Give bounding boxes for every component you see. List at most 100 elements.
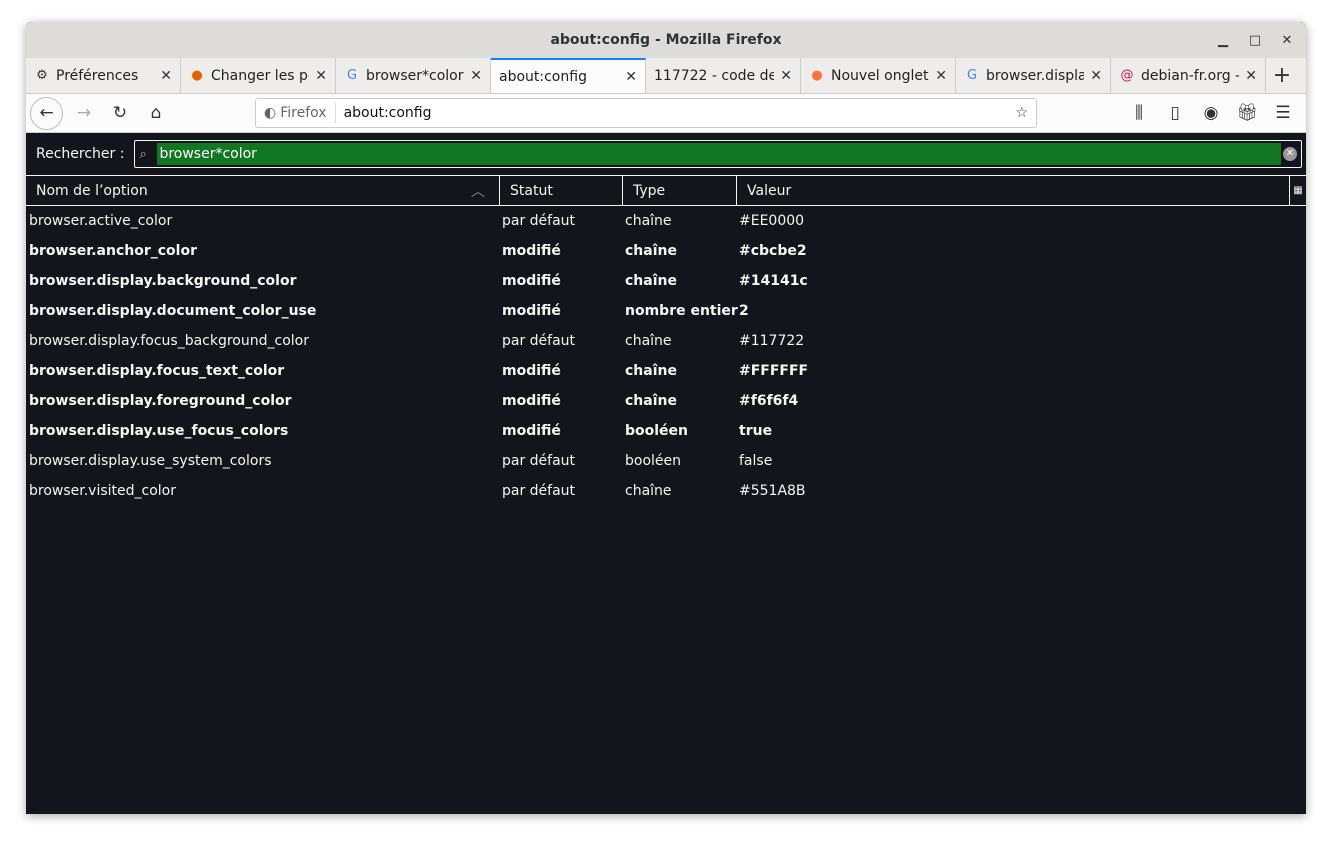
- identity-box[interactable]: ◐ Firefox: [256, 103, 336, 123]
- tab-label: browser.displa: [986, 67, 1085, 84]
- tab-label: browser*color: [366, 67, 464, 84]
- pref-type: chaîne: [625, 363, 677, 379]
- new-tab-button[interactable]: +: [1266, 58, 1298, 93]
- pref-value: #FFFFFF: [739, 363, 809, 379]
- pref-type: booléen: [625, 423, 689, 439]
- pref-status: par défaut: [502, 213, 576, 229]
- pref-status: modifié: [502, 363, 561, 379]
- pref-type: chaîne: [625, 243, 677, 259]
- firefox-account-icon: ●: [191, 67, 203, 83]
- url-bar[interactable]: ◐ Firefox about:config ☆: [255, 98, 1037, 128]
- whats-new-gift-icon[interactable]: 🎁︎: [1232, 98, 1262, 128]
- home-button[interactable]: ⌂: [141, 98, 171, 128]
- tab-7[interactable]: @ debian-fr.org - ✕: [1111, 58, 1266, 93]
- tab-3[interactable]: about:config ✕: [491, 58, 646, 93]
- hamburger-menu-icon[interactable]: ☰: [1268, 98, 1298, 128]
- close-tab-icon[interactable]: ✕: [470, 68, 482, 84]
- column-header-type[interactable]: Type: [623, 176, 737, 205]
- close-tab-icon[interactable]: ✕: [1090, 68, 1102, 84]
- pref-value: false: [739, 453, 773, 469]
- pref-status: modifié: [502, 273, 561, 289]
- search-row: Rechercher : ⌕ browser*color ✕: [26, 133, 1306, 175]
- account-icon[interactable]: ◉: [1196, 98, 1226, 128]
- pref-value: #f6f6f4: [739, 393, 799, 409]
- table-row[interactable]: browser.display.foreground_color modifié c…: [26, 386, 1306, 416]
- close-tab-icon[interactable]: ✕: [780, 68, 792, 84]
- close-tab-icon[interactable]: ✕: [315, 68, 327, 84]
- table-row[interactable]: browser.display.focus_background_color pa…: [26, 326, 1306, 356]
- tab-label: Changer les po: [211, 67, 310, 84]
- column-label: Nom de l’option: [36, 182, 148, 199]
- pref-type: chaîne: [625, 483, 672, 499]
- pref-type: booléen: [625, 453, 682, 469]
- table-row[interactable]: browser.display.focus_text_color modifié c…: [26, 356, 1306, 386]
- pref-value: #14141c: [739, 273, 808, 289]
- google-icon: G: [966, 67, 978, 83]
- pref-status: modifié: [502, 303, 561, 319]
- table-row[interactable]: browser.anchor_color modifié chaîne #cbcbe2: [26, 236, 1306, 266]
- pref-type: chaîne: [625, 273, 677, 289]
- table-row[interactable]: browser.display.use_system_colors par déf…: [26, 446, 1306, 476]
- tab-1[interactable]: ● Changer les po ✕: [181, 58, 336, 93]
- column-header-name[interactable]: Nom de l’option ︿: [26, 176, 500, 205]
- close-tab-icon[interactable]: ✕: [1245, 68, 1257, 84]
- table-row[interactable]: browser.active_color par défaut chaîne #EE0…: [26, 206, 1306, 236]
- table-header: Nom de l’option ︿ Statut Type Valeur ▦: [26, 175, 1306, 206]
- pref-value: true: [739, 423, 773, 439]
- column-picker-icon[interactable]: ▦: [1290, 176, 1306, 205]
- table-row[interactable]: browser.display.use_focus_colors modifié b…: [26, 416, 1306, 446]
- prefs-table-body: browser.active_color par défaut chaîne #EE0…: [26, 206, 1306, 506]
- pref-type: chaîne: [625, 393, 677, 409]
- tab-label: Préférences: [56, 67, 139, 84]
- tab-strip: ⚙ Préférences ✕ ● Changer les po ✕ Gbrowser*co…: [26, 58, 1306, 94]
- pref-name: browser.visited_color: [29, 483, 176, 499]
- search-label: Rechercher :: [36, 146, 125, 162]
- minimize-button[interactable]: ▁: [1214, 33, 1232, 48]
- tab-6[interactable]: Gbrowser.displa ✕: [956, 58, 1111, 93]
- table-row[interactable]: browser.display.document_color_use modifi…: [26, 296, 1306, 326]
- title-bar: about:config - Mozilla Firefox ▁ □ ✕: [26, 22, 1306, 58]
- sidebar-icon[interactable]: ▯: [1160, 98, 1190, 128]
- column-header-value[interactable]: Valeur: [737, 176, 1290, 205]
- table-row[interactable]: browser.visited_color par défaut chaîne #55…: [26, 476, 1306, 506]
- tab-5[interactable]: ● Nouvel onglet ✕: [801, 58, 956, 93]
- search-input[interactable]: ⌕ browser*color ✕: [134, 140, 1302, 168]
- tab-4[interactable]: 117722 - code de c ✕: [646, 58, 801, 93]
- pref-status: par défaut: [502, 483, 576, 499]
- pref-status: par défaut: [502, 333, 576, 349]
- column-header-status[interactable]: Statut: [500, 176, 623, 205]
- clear-search-icon[interactable]: ✕: [1283, 147, 1297, 161]
- table-row[interactable]: browser.display.background_color modifié c…: [26, 266, 1306, 296]
- search-value[interactable]: browser*color: [157, 143, 1281, 165]
- close-tab-icon[interactable]: ✕: [935, 68, 947, 84]
- bookmark-star-icon[interactable]: ☆: [1007, 105, 1036, 121]
- window-title: about:config - Mozilla Firefox: [550, 32, 782, 48]
- close-window-button[interactable]: ✕: [1278, 33, 1296, 48]
- pref-value: #EE0000: [739, 213, 805, 229]
- back-button[interactable]: ←: [30, 96, 63, 130]
- maximize-button[interactable]: □: [1246, 33, 1264, 48]
- pref-name: browser.display.document_color_use: [29, 303, 317, 319]
- firefox-icon: ●: [811, 67, 823, 83]
- close-tab-icon[interactable]: ✕: [160, 68, 172, 84]
- tab-2[interactable]: Gbrowser*color ✕: [336, 58, 491, 93]
- pref-name: browser.display.use_system_colors: [29, 453, 272, 469]
- reload-button[interactable]: ↻: [105, 98, 135, 128]
- tab-label: 117722 - code de c: [654, 67, 774, 84]
- tab-0[interactable]: ⚙ Préférences ✕: [26, 58, 181, 93]
- pref-name: browser.anchor_color: [29, 243, 197, 259]
- tab-label: about:config: [499, 68, 587, 85]
- pref-name: browser.active_color: [29, 213, 173, 229]
- column-label: Type: [633, 182, 666, 199]
- close-tab-icon[interactable]: ✕: [625, 69, 637, 85]
- tab-label: Nouvel onglet: [831, 67, 929, 84]
- forward-button[interactable]: →: [69, 98, 99, 128]
- pref-status: par défaut: [502, 453, 576, 469]
- library-icon[interactable]: ⫼: [1124, 98, 1154, 128]
- pref-value: #551A8B: [739, 483, 806, 499]
- search-icon: ⌕: [139, 146, 147, 162]
- google-icon: G: [346, 67, 358, 83]
- pref-name: browser.display.background_color: [29, 273, 297, 289]
- url-input[interactable]: about:config: [336, 105, 1008, 121]
- pref-value: #cbcbe2: [739, 243, 807, 259]
